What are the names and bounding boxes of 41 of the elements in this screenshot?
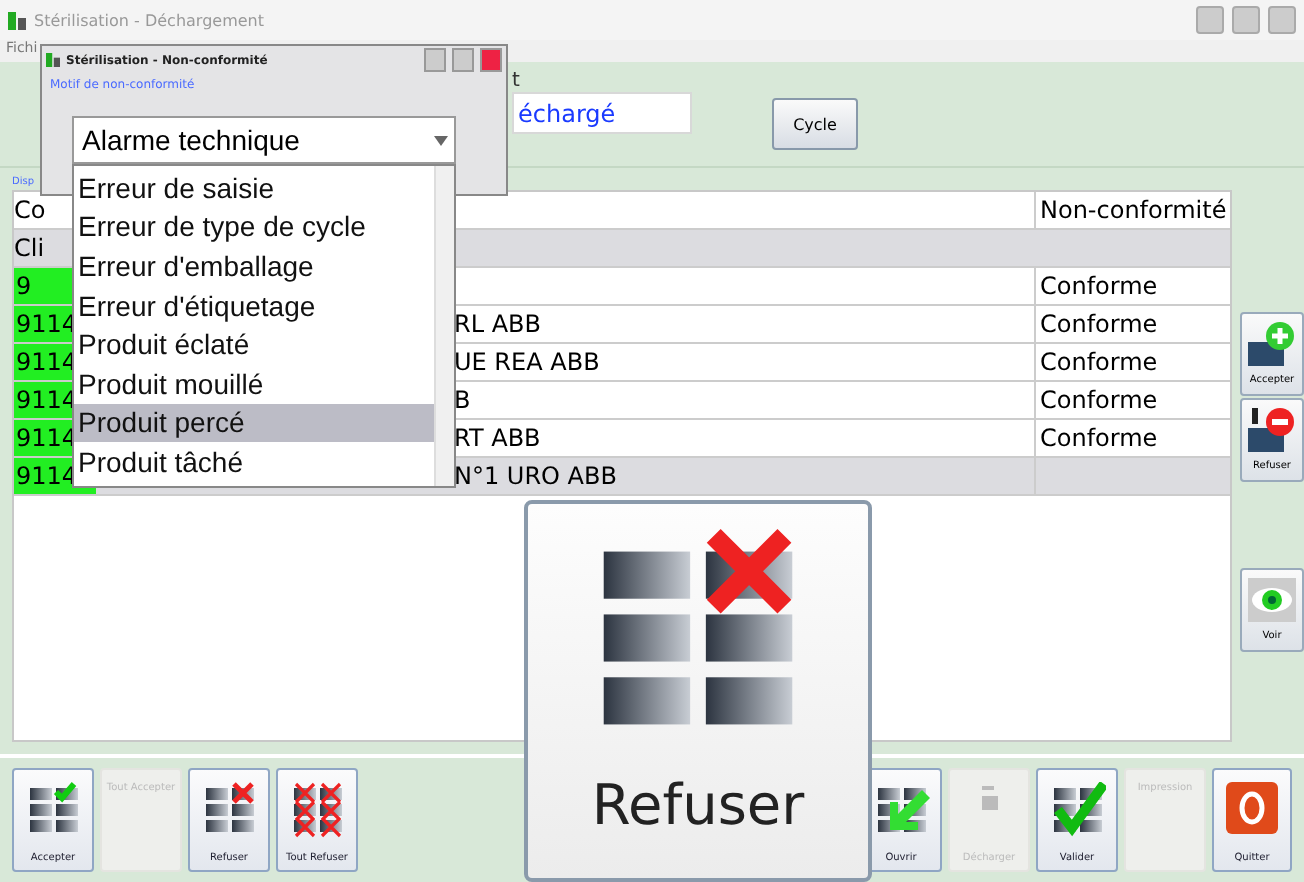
minimize-button[interactable] [424,48,446,72]
grid-cross-icon [289,782,345,838]
dropdown-option[interactable]: Erreur de saisie [74,168,434,208]
minus-badge-icon [1248,408,1296,452]
table-cell: N°1 URO ABB [454,462,617,490]
close-button[interactable] [1268,6,1296,34]
table-cell: B [454,386,471,414]
eye-icon [1248,578,1296,622]
table-cell: Conforme [1040,386,1158,414]
table-cell: Conforme [1040,424,1158,452]
table-cell: UE REA ABB [454,348,600,376]
column-header: Co [14,196,46,224]
caret-icon [434,135,448,145]
maximize-button[interactable] [1232,6,1260,34]
reason-dropdown[interactable]: Alarme technique [72,116,456,164]
status-field[interactable]: échargé [512,92,692,134]
power-icon [1226,782,1278,834]
window-title: Stérilisation - Déchargement [34,11,266,29]
table-cell: Conforme [1040,348,1158,376]
table-cell: RT ABB [454,424,541,452]
close-button[interactable] [480,48,502,72]
app-icon [46,52,60,68]
grid-arrow-icon [873,782,929,838]
cycle-button[interactable]: Cycle [772,98,858,150]
minimize-button[interactable] [1196,6,1224,34]
field-label: t [512,70,522,92]
table-cell: RL ABB [454,310,542,338]
tooltip-label: Refuser [591,772,805,838]
grid-cross-icon [201,782,257,838]
table-cell: Conforme [1040,310,1158,338]
table-cell: Cli [14,234,45,262]
maximize-button[interactable] [452,48,474,72]
column-header: Non-conformité [1040,196,1227,224]
app-icon [8,11,26,29]
scrollbar[interactable] [434,166,454,486]
grid-check-icon [25,782,81,838]
unload-icon [977,782,1001,814]
grid-check-icon [1049,782,1105,838]
plus-badge-icon [1248,322,1296,366]
dropdown-option[interactable]: Produit percé [74,403,434,443]
table-cell: Conforme [1040,272,1158,300]
